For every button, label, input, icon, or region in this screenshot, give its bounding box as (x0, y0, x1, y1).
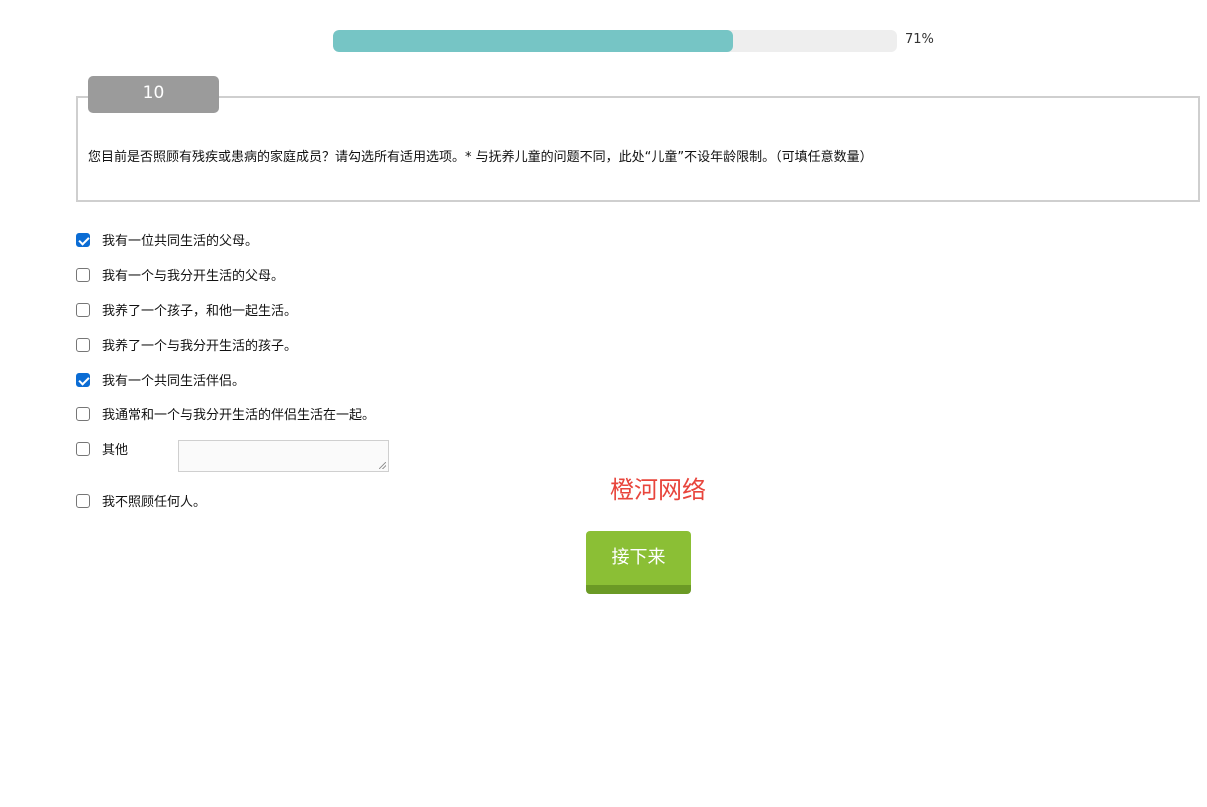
question-number-badge: 10 (88, 76, 219, 113)
progress-percent: 71% (905, 32, 934, 47)
survey-page: 71% 10 您目前是否照顾有残疾或患病的家庭成员？请勾选所有适用选项。* 与抚… (0, 0, 1207, 807)
watermark-text: 橙河网络 (610, 476, 706, 504)
option-label: 我养了一个与我分开生活的孩子。 (102, 339, 298, 354)
option-checkbox[interactable] (76, 267, 90, 282)
option-cohabiting-child[interactable]: 我养了一个孩子，和他一起生活。 (76, 300, 297, 319)
option-label: 我有一位共同生活的父母。 (102, 234, 259, 249)
option-label: 其他 (102, 443, 129, 458)
question-text: 您目前是否照顾有残疾或患病的家庭成员？请勾选所有适用选项。* 与抚养儿童的问题不… (88, 150, 873, 165)
option-checkbox[interactable] (76, 406, 90, 421)
option-checkbox[interactable] (76, 302, 90, 317)
option-label: 我不照顾任何人。 (102, 495, 207, 510)
option-checkbox[interactable] (76, 493, 90, 508)
option-checkbox[interactable] (76, 441, 90, 456)
option-separate-partner[interactable]: 我通常和一个与我分开生活的伴侣生活在一起。 (76, 404, 375, 423)
option-separate-child[interactable]: 我养了一个与我分开生活的孩子。 (76, 335, 297, 354)
resize-grip-icon[interactable] (379, 462, 386, 469)
option-checkbox[interactable] (76, 372, 90, 387)
option-cohabiting-partner[interactable]: 我有一个共同生活伴侣。 (76, 370, 245, 389)
other-text-input[interactable] (178, 440, 389, 472)
option-cohabiting-parent[interactable]: 我有一位共同生活的父母。 (76, 230, 258, 249)
next-button[interactable]: 接下来 (586, 531, 691, 594)
option-separate-parent[interactable]: 我有一个与我分开生活的父母。 (76, 265, 284, 284)
option-other[interactable]: 其他 (76, 439, 128, 458)
option-label: 我通常和一个与我分开生活的伴侣生活在一起。 (102, 408, 376, 423)
progress-bar-fill (333, 30, 734, 52)
option-label: 我有一个共同生活伴侣。 (102, 374, 246, 389)
progress-bar (333, 30, 897, 52)
option-label: 我有一个与我分开生活的父母。 (102, 269, 285, 284)
option-checkbox[interactable] (76, 337, 90, 352)
option-label: 我养了一个孩子，和他一起生活。 (102, 304, 298, 319)
option-checkbox[interactable] (76, 232, 90, 247)
option-none[interactable]: 我不照顾任何人。 (76, 491, 206, 510)
